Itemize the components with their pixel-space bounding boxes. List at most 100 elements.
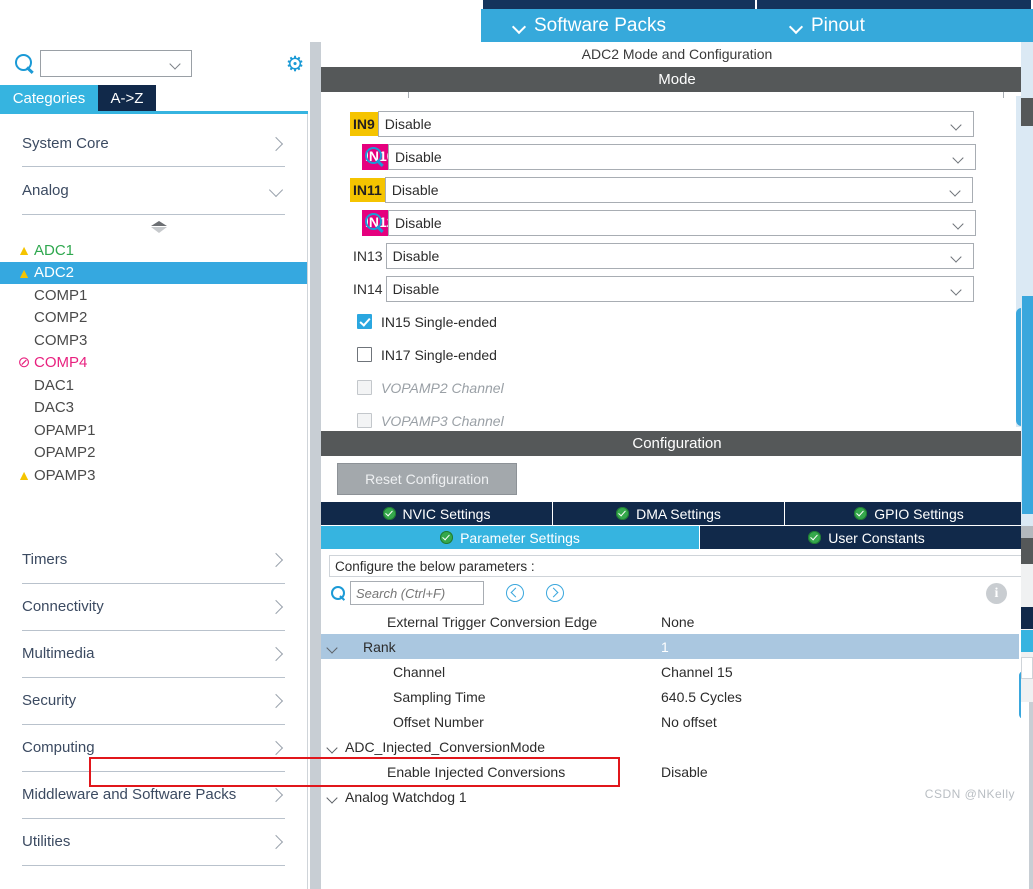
gear-icon[interactable]: ⚙ [284, 54, 306, 76]
mode-select-in11[interactable]: Disable [384, 176, 973, 203]
window-scrollbar[interactable] [1021, 42, 1033, 889]
table-row-sampling-time[interactable]: Sampling Time 640.5 Cycles [321, 684, 1033, 709]
chevron-right-icon [270, 554, 283, 565]
mode-band: Mode [321, 67, 1033, 92]
param-name: Channel [393, 663, 446, 680]
checkbox-in17[interactable] [357, 347, 372, 362]
mode-select-in12-value: Disable [395, 214, 442, 231]
sidebar-item-dac3[interactable]: DAC3 [0, 397, 307, 420]
sidebar-item-analog[interactable]: Analog [22, 167, 285, 214]
tab-parameter-settings[interactable]: Parameter Settings [321, 526, 700, 549]
sidebar-item-opamp2[interactable]: OPAMP2 [0, 442, 307, 465]
pin-tag-in11: IN11 [350, 177, 385, 202]
sidebar-item-multimedia[interactable]: Multimedia [22, 631, 285, 678]
prohibited-icon: ⊘ [17, 354, 31, 372]
sidebar-item-computing[interactable]: Computing [22, 725, 285, 772]
configuration-band: Configuration [321, 431, 1033, 456]
sidebar-item-comp4[interactable]: ⊘ COMP4 [0, 352, 307, 375]
mode-select-in13[interactable]: Disable [385, 242, 974, 269]
cubemx-window: Software Packs Pinout ⚙ Categories A->Z [0, 0, 1033, 889]
sidebar-item-multimedia-label: Multimedia [22, 645, 95, 662]
mode-select-in10-value: Disable [395, 148, 442, 165]
nav-back-icon[interactable] [506, 584, 524, 602]
menu-pinout[interactable]: Pinout [790, 15, 865, 37]
checkbox-vopamp3-label: VOPAMP3 Channel [381, 412, 504, 429]
chevron-down-icon[interactable] [321, 789, 345, 805]
sidebar-item-utilities[interactable]: Utilities [22, 819, 285, 866]
checkbox-row-in15[interactable]: IN15 Single-ended [321, 305, 1033, 338]
chevron-down-icon[interactable] [171, 60, 182, 67]
chevron-down-icon[interactable] [321, 739, 345, 755]
table-row[interactable]: Rank 1 [321, 634, 1033, 659]
chevron-down-icon[interactable] [321, 639, 345, 655]
param-name: ADC_Injected_ConversionMode [345, 738, 545, 755]
sidebar-item-comp3[interactable]: COMP3 [0, 329, 307, 352]
config-tabs-bottom: Parameter Settings User Constants [321, 526, 1033, 549]
reset-configuration-button[interactable]: Reset Configuration [337, 463, 517, 495]
sidebar-item-middleware[interactable]: Middleware and Software Packs [22, 772, 285, 819]
sidebar-item-opamp1[interactable]: OPAMP1 [0, 419, 307, 442]
sidebar-search-combo[interactable] [40, 50, 192, 77]
tab-nvic-settings[interactable]: NVIC Settings [321, 502, 553, 525]
parameter-search-input[interactable] [350, 581, 484, 605]
sidebar-item-security[interactable]: Security [22, 678, 285, 725]
partial-combo-top [408, 92, 1004, 98]
search-input[interactable] [41, 51, 169, 76]
mode-select-in14-value: Disable [392, 280, 440, 297]
sidebar-item-system-core[interactable]: System Core [22, 120, 285, 167]
check-circle-icon [616, 507, 630, 520]
tree-scroll-nub[interactable] [0, 215, 307, 239]
sidebar-item-dac3-label: DAC3 [34, 399, 75, 417]
chevron-down-icon [952, 121, 963, 128]
sidebar-item-comp1[interactable]: COMP1 [0, 284, 307, 307]
sidebar-item-comp1-label: COMP1 [34, 286, 88, 304]
checkbox-in15[interactable] [357, 314, 372, 329]
nav-forward-icon[interactable] [546, 584, 564, 602]
pane-divider[interactable] [309, 42, 321, 889]
param-value[interactable]: 1 [661, 639, 669, 655]
search-icon [12, 51, 38, 77]
param-value[interactable]: None [661, 614, 694, 630]
mode-select-in9[interactable]: Disable [377, 110, 974, 137]
sidebar-item-adc1[interactable]: ▲ ADC1 [0, 239, 307, 262]
menu-software-packs[interactable]: Software Packs [513, 15, 666, 37]
checkbox-in17-label: IN17 Single-ended [381, 346, 497, 363]
param-value-sampling-time[interactable]: 640.5 Cycles [661, 689, 742, 705]
tab-user-constants[interactable]: User Constants [700, 526, 1033, 549]
sidebar-item-computing-label: Computing [22, 739, 95, 756]
warning-icon: ▲ [17, 264, 31, 281]
tab-a-to-z[interactable]: A->Z [98, 85, 156, 111]
warning-icon: ▲ [17, 242, 31, 259]
sidebar-item-dac1[interactable]: DAC1 [0, 374, 307, 397]
tab-categories[interactable]: Categories [0, 85, 98, 111]
window-scrollbar-thumb[interactable] [1022, 296, 1033, 514]
sidebar-item-adc2[interactable]: ▲ ADC2 [0, 261, 307, 284]
table-row[interactable]: ADC_Injected_ConversionMode [321, 734, 1033, 759]
tab-categories-label: Categories [12, 89, 86, 107]
sidebar-item-comp2[interactable]: COMP2 [0, 307, 307, 330]
tab-dma-settings[interactable]: DMA Settings [553, 502, 785, 525]
tab-gpio-settings[interactable]: GPIO Settings [785, 502, 1033, 525]
checkbox-in15-label: IN15 Single-ended [381, 313, 497, 330]
checkbox-row-in17[interactable]: IN17 Single-ended [321, 338, 1033, 371]
param-value[interactable]: Channel 15 [661, 664, 733, 680]
table-row[interactable]: Enable Injected Conversions Disable [321, 759, 1033, 784]
chevron-down-icon [270, 185, 283, 196]
table-row[interactable]: Channel Channel 15 [321, 659, 1033, 684]
mode-select-in12[interactable]: Disable [388, 209, 976, 236]
mode-select-in10[interactable]: Disable [388, 143, 976, 170]
sidebar-item-opamp2-label: OPAMP2 [34, 444, 96, 462]
parameter-table: External Trigger Conversion Edge None Ra… [321, 609, 1033, 809]
param-value[interactable]: Disable [661, 764, 708, 780]
mode-row-in14: IN14 Disable [321, 272, 1033, 305]
info-icon[interactable]: i [986, 583, 1007, 604]
table-row[interactable]: Offset Number No offset [321, 709, 1033, 734]
table-row[interactable]: External Trigger Conversion Edge None [321, 609, 1033, 634]
sidebar-item-connectivity[interactable]: Connectivity [22, 584, 285, 631]
mode-select-in14[interactable]: Disable [385, 275, 974, 302]
param-value[interactable]: No offset [661, 714, 717, 730]
chevron-down-icon [952, 286, 963, 293]
check-circle-icon [382, 507, 396, 520]
sidebar-item-timers[interactable]: Timers [22, 537, 285, 584]
sidebar-item-opamp3[interactable]: ▲ OPAMP3 [0, 464, 307, 487]
